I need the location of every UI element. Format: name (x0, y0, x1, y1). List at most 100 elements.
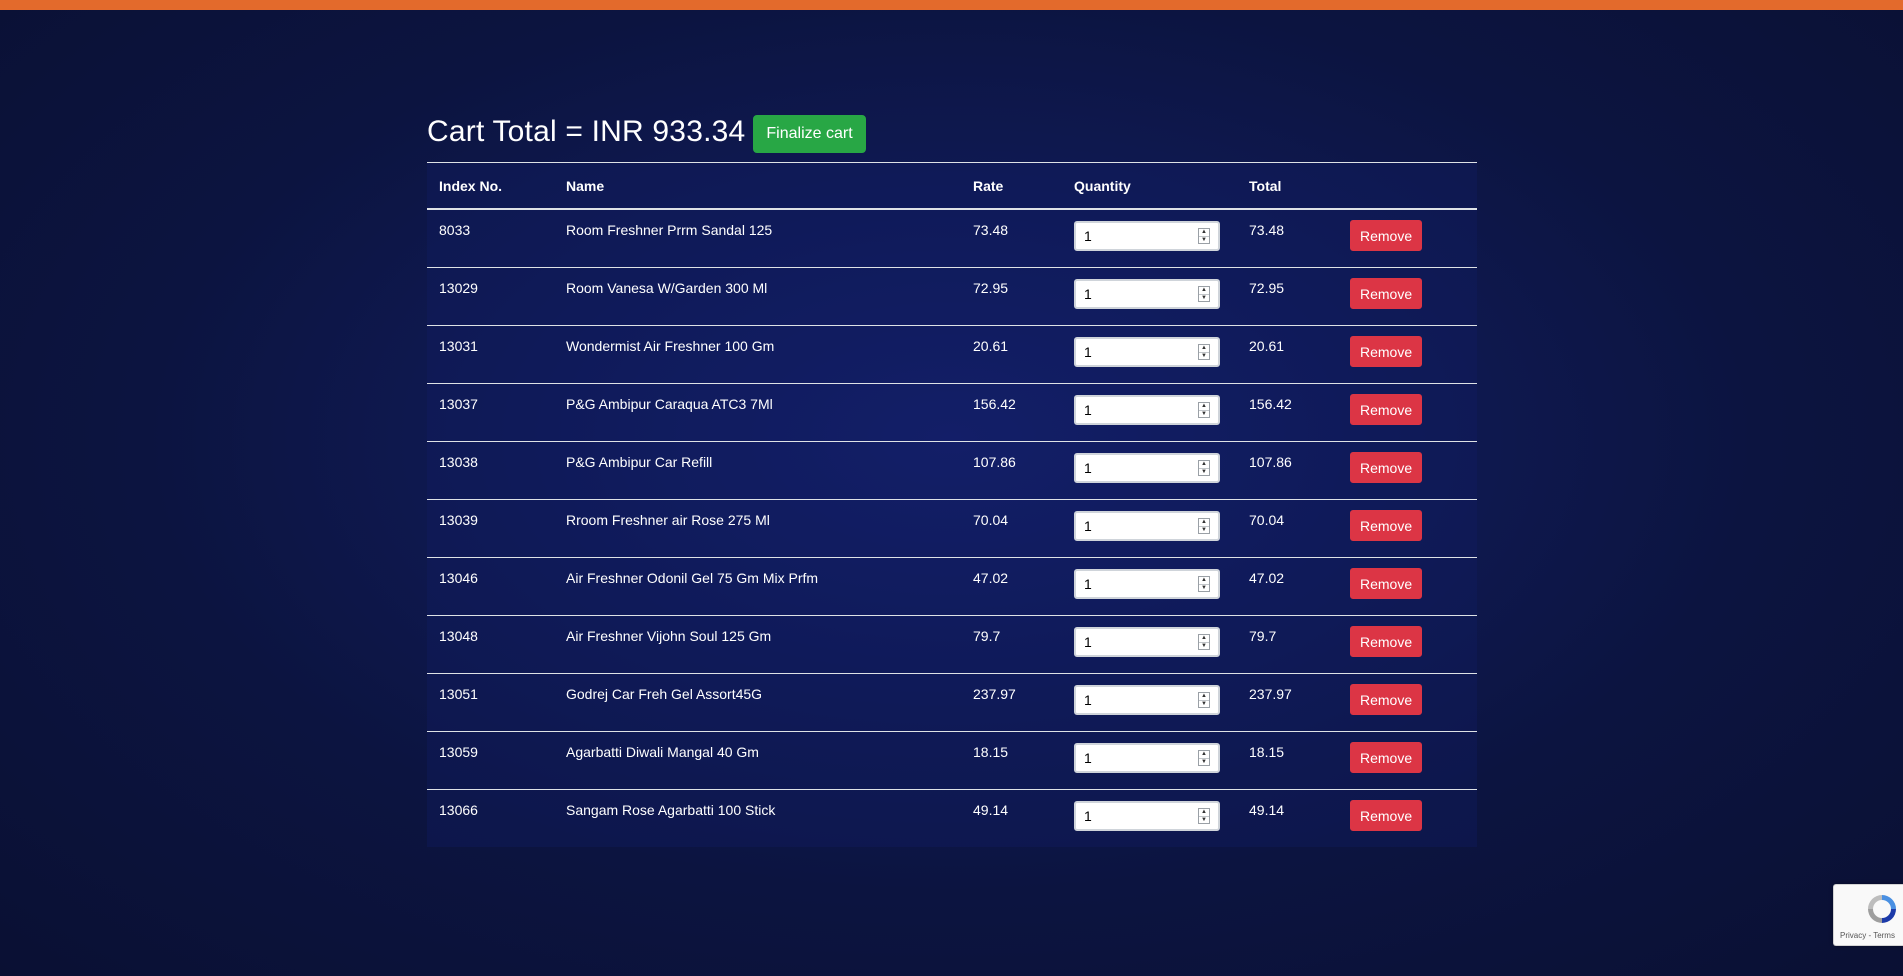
cart-table-body: 8033Room Freshner Prrm Sandal 12573.48▲▼… (427, 209, 1477, 847)
quantity-input[interactable] (1076, 223, 1196, 249)
row-index: 13048 (427, 615, 554, 674)
spinner-up-icon[interactable]: ▲ (1199, 635, 1209, 643)
row-actions: Remove (1338, 325, 1477, 384)
quantity-spinner[interactable]: ▲ ▼ (1198, 634, 1210, 650)
quantity-spinner[interactable]: ▲ ▼ (1198, 750, 1210, 766)
remove-button[interactable]: Remove (1350, 742, 1423, 773)
quantity-input[interactable] (1076, 455, 1196, 481)
spinner-up-icon[interactable]: ▲ (1199, 345, 1209, 353)
spinner-down-icon[interactable]: ▼ (1199, 295, 1209, 302)
row-actions: Remove (1338, 209, 1477, 268)
remove-button[interactable]: Remove (1350, 800, 1423, 831)
quantity-spinner[interactable]: ▲ ▼ (1198, 344, 1210, 360)
row-quantity-cell: ▲▼ (1062, 267, 1237, 326)
quantity-stepper[interactable]: ▲▼ (1074, 627, 1220, 657)
spinner-down-icon[interactable]: ▼ (1199, 237, 1209, 244)
quantity-input[interactable] (1076, 687, 1196, 713)
table-row: 13031 Wondermist Air Freshner 100 Gm 20.61… (427, 325, 1477, 384)
quantity-spinner[interactable]: ▲ ▼ (1198, 518, 1210, 534)
quantity-stepper[interactable]: ▲▼ (1074, 395, 1220, 425)
row-total: 47.02 (1237, 557, 1338, 616)
quantity-spinner[interactable]: ▲ ▼ (1198, 808, 1210, 824)
quantity-stepper[interactable]: ▲▼ (1074, 221, 1220, 251)
row-name: P&G Ambipur Caraqua ATC3 7Ml (554, 383, 961, 442)
spinner-down-icon[interactable]: ▼ (1199, 353, 1209, 360)
cart-header: Cart Total = INR 933.34 Finalize cart (427, 112, 1477, 153)
spinner-up-icon[interactable]: ▲ (1199, 693, 1209, 701)
recaptcha-badge[interactable]: Privacy - Terms (1833, 884, 1903, 946)
header-quantity: Quantity (1062, 162, 1237, 210)
quantity-stepper[interactable]: ▲▼ (1074, 511, 1220, 541)
row-total: 70.04 (1237, 499, 1338, 558)
spinner-up-icon[interactable]: ▲ (1199, 229, 1209, 237)
spinner-up-icon[interactable]: ▲ (1199, 809, 1209, 817)
spinner-down-icon[interactable]: ▼ (1199, 701, 1209, 708)
row-rate: 79.7 (961, 615, 1062, 674)
quantity-spinner[interactable]: ▲ ▼ (1198, 576, 1210, 592)
spinner-down-icon[interactable]: ▼ (1199, 527, 1209, 534)
spinner-down-icon[interactable]: ▼ (1199, 469, 1209, 476)
quantity-stepper[interactable]: ▲▼ (1074, 801, 1220, 831)
quantity-spinner[interactable]: ▲ ▼ (1198, 402, 1210, 418)
spinner-down-icon[interactable]: ▼ (1199, 585, 1209, 592)
quantity-stepper[interactable]: ▲▼ (1074, 569, 1220, 599)
row-quantity-cell: ▲▼ (1062, 325, 1237, 384)
spinner-up-icon[interactable]: ▲ (1199, 287, 1209, 295)
header-index: Index No. (427, 162, 554, 210)
recaptcha-links[interactable]: Privacy - Terms (1840, 931, 1895, 940)
quantity-input[interactable] (1076, 571, 1196, 597)
remove-button[interactable]: Remove (1350, 626, 1423, 657)
remove-button[interactable]: Remove (1350, 278, 1423, 309)
row-quantity-cell: ▲▼ (1062, 673, 1237, 732)
remove-button[interactable]: Remove (1350, 336, 1423, 367)
spinner-down-icon[interactable]: ▼ (1199, 759, 1209, 766)
remove-button[interactable]: Remove (1350, 510, 1423, 541)
spinner-down-icon[interactable]: ▼ (1199, 411, 1209, 418)
quantity-spinner[interactable]: ▲ ▼ (1198, 286, 1210, 302)
remove-button[interactable]: Remove (1350, 394, 1423, 425)
quantity-input[interactable] (1076, 745, 1196, 771)
remove-button[interactable]: Remove (1350, 684, 1423, 715)
row-name: Room Vanesa W/Garden 300 Ml (554, 267, 961, 326)
cart-table: Index No. Name Rate Quantity Total 8033 R… (427, 162, 1477, 847)
quantity-stepper[interactable]: ▲▼ (1074, 743, 1220, 773)
quantity-input[interactable] (1076, 803, 1196, 829)
row-index: 8033 (439, 222, 471, 238)
table-row: 13039 Rroom Freshner air Rose 275 Ml 70.04… (427, 499, 1477, 558)
spinner-up-icon[interactable]: ▲ (1199, 751, 1209, 759)
row-rate: 20.61 (961, 325, 1062, 384)
quantity-input[interactable] (1076, 339, 1196, 365)
spinner-up-icon[interactable]: ▲ (1199, 577, 1209, 585)
row-index: 13046 (427, 557, 554, 616)
row-index: 13031 (427, 325, 554, 384)
quantity-stepper[interactable]: ▲▼ (1074, 685, 1220, 715)
quantity-input[interactable] (1076, 629, 1196, 655)
quantity-stepper[interactable]: ▲▼ (1074, 337, 1220, 367)
quantity-input[interactable] (1076, 513, 1196, 539)
row-actions: Remove (1338, 673, 1477, 732)
row-actions: Remove (1338, 441, 1477, 500)
spinner-up-icon[interactable]: ▲ (1199, 519, 1209, 527)
remove-button[interactable]: Remove (1350, 568, 1423, 599)
spinner-down-icon[interactable]: ▼ (1199, 643, 1209, 650)
row-total: 20.61 (1237, 325, 1338, 384)
spinner-up-icon[interactable]: ▲ (1199, 461, 1209, 469)
quantity-stepper[interactable]: ▲▼ (1074, 279, 1220, 309)
quantity-stepper[interactable]: ▲▼ (1074, 453, 1220, 483)
quantity-spinner[interactable]: ▲ ▼ (1198, 692, 1210, 708)
quantity-spinner[interactable]: ▲ ▼ (1198, 228, 1210, 244)
remove-button[interactable]: Remove (1350, 452, 1423, 483)
quantity-spinner[interactable]: ▲ ▼ (1198, 460, 1210, 476)
spinner-up-icon[interactable]: ▲ (1199, 403, 1209, 411)
quantity-input[interactable] (1076, 397, 1196, 423)
table-row: 13066 Sangam Rose Agarbatti 100 Stick 49.1… (427, 789, 1477, 847)
table-row: 13037P&G Ambipur Caraqua ATC3 7Ml156.42▲… (427, 383, 1477, 442)
row-index: 13038 (427, 441, 554, 500)
row-total: 73.48 (1249, 222, 1285, 238)
header-actions (1338, 162, 1477, 210)
finalize-cart-button[interactable]: Finalize cart (753, 115, 866, 153)
remove-button[interactable]: Remove (1350, 220, 1423, 251)
quantity-input[interactable] (1076, 281, 1196, 307)
spinner-down-icon[interactable]: ▼ (1199, 817, 1209, 824)
row-index: 13029 (427, 267, 554, 326)
